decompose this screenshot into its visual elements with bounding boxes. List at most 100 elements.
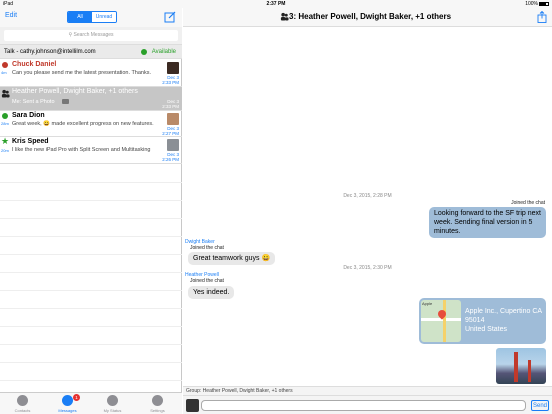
conversation-age: 28m	[1, 121, 9, 126]
conversation-row[interactable]: Heather Powell, Dwight Baker, +1 others …	[0, 87, 182, 111]
filter-segmented-control: All Unread	[67, 11, 117, 23]
edit-button[interactable]: Edit	[5, 12, 17, 19]
photo-icon	[62, 99, 69, 104]
conversation-time: 2:26 PM	[162, 157, 179, 162]
group-icon	[280, 12, 289, 21]
conversation-time: 2:27 PM	[162, 131, 179, 136]
conversation-list-pane: Edit All Unread ⚲ Search Messages Talk -…	[0, 8, 182, 414]
group-label-bar: Group: Heather Powell, Dwight Baker, +1 …	[183, 386, 552, 395]
bridge-tower	[514, 352, 518, 382]
availability-label: Available	[151, 49, 176, 55]
star-icon: ★	[1, 136, 10, 146]
contacts-icon	[17, 395, 28, 406]
timestamp: Dec 3, 2015, 2:28 PM	[343, 193, 392, 199]
status-bar: iPad 2:37 PM 100%	[0, 0, 552, 8]
map-road	[443, 300, 446, 342]
camera-icon[interactable]	[186, 399, 199, 412]
list-divider	[0, 362, 182, 363]
message-bubble-incoming: Yes indeed.	[188, 286, 235, 299]
available-status-icon	[141, 49, 147, 55]
conversation-age: 4m	[1, 70, 7, 75]
list-divider	[0, 272, 182, 273]
tab-messages[interactable]: 1 Messages	[45, 394, 90, 413]
conversation-row[interactable]: ★ 20m Kris Speed I like the new iPad Pro…	[0, 137, 182, 164]
joined-note: Joined the chat	[190, 278, 224, 284]
chat-pane: 3: Heather Powell, Dwight Baker, +1 othe…	[183, 8, 552, 414]
conversation-row[interactable]: 28m Sara Dion Great week, 😀 made excelle…	[0, 111, 182, 137]
list-divider	[0, 182, 182, 183]
compose-icon[interactable]	[164, 11, 176, 23]
group-label: Group: Heather Powell, Dwight Baker, +1 …	[186, 388, 293, 394]
message-input-bar: Send	[183, 395, 552, 414]
list-divider	[0, 326, 182, 327]
joined-note: Joined the chat	[511, 200, 545, 206]
search-input[interactable]: ⚲ Search Messages	[4, 30, 178, 41]
address-line: United States	[465, 326, 508, 333]
group-icon	[1, 89, 10, 98]
map-thumbnail: Apple	[421, 300, 461, 342]
conversation-preview: Me: Sent a Photo	[12, 99, 55, 105]
conversation-name: Chuck Daniel	[12, 61, 57, 68]
unread-badge: 1	[73, 394, 80, 401]
list-divider	[0, 254, 182, 255]
tab-label: Settings	[150, 408, 165, 413]
conversation-age: 20m	[1, 148, 9, 153]
chat-navbar: 3: Heather Powell, Dwight Baker, +1 othe…	[183, 8, 552, 27]
address-line: Apple Inc., Cupertino CA	[465, 308, 543, 315]
address-line: 95014	[465, 317, 485, 324]
search-placeholder: Search Messages	[73, 32, 114, 38]
messages-icon	[62, 395, 73, 406]
chat-title: 3: Heather Powell, Dwight Baker, +1 othe…	[289, 12, 452, 21]
contact-avatar	[167, 113, 179, 125]
message-bubble-incoming: Great teamwork guys 😀	[188, 252, 276, 265]
conversation-name: Heather Powell, Dwight Baker, +1 others	[12, 88, 138, 95]
list-divider	[0, 236, 182, 237]
list-divider	[0, 290, 182, 291]
conversation-preview: Can you please send me the latest presen…	[12, 70, 152, 76]
send-button[interactable]: Send	[531, 400, 549, 411]
battery-icon	[539, 2, 549, 6]
filter-unread-tab[interactable]: Unread	[92, 12, 116, 22]
tab-contacts[interactable]: Contacts	[0, 395, 45, 413]
conversation-time: 2:33 PM	[162, 80, 179, 85]
joined-note: Joined the chat	[190, 245, 224, 251]
search-bar: ⚲ Search Messages	[0, 27, 182, 45]
list-divider	[0, 380, 182, 381]
tab-my-status[interactable]: My Status	[90, 395, 135, 413]
location-address: Apple Inc., Cupertino CA 95014 United St…	[465, 307, 542, 334]
message-input[interactable]	[201, 400, 526, 411]
battery-label: 100%	[525, 1, 538, 7]
tab-label: Contacts	[14, 408, 31, 413]
conversation-preview: Great week, 😀 made excellent progress on…	[12, 121, 154, 127]
conversation-row[interactable]: 4m Chuck Daniel Can you please send me t…	[0, 60, 182, 87]
list-divider	[0, 344, 182, 345]
available-status-icon	[2, 113, 8, 119]
tab-settings[interactable]: Settings	[135, 395, 180, 413]
account-label: Talk - cathy.johnson@intellilm.com	[4, 49, 96, 55]
busy-status-icon	[2, 62, 8, 68]
list-divider	[0, 218, 182, 219]
conversation-name: Kris Speed	[12, 138, 49, 145]
gear-icon	[152, 395, 163, 406]
tab-label: Messages	[58, 408, 77, 413]
conversation-name: Sara Dion	[12, 112, 45, 119]
map-caption: Apple	[422, 301, 433, 306]
filter-all-tab[interactable]: All	[68, 12, 92, 22]
tab-label: My Status	[103, 408, 122, 413]
clock: 2:37 PM	[266, 1, 286, 7]
conversation-preview: I like the new iPad Pro with Split Scree…	[12, 147, 151, 153]
account-status-row[interactable]: Talk - cathy.johnson@intellilm.com Avail…	[0, 45, 182, 59]
share-icon[interactable]	[537, 11, 547, 23]
location-message[interactable]: Apple Apple Inc., Cupertino CA 95014 Uni…	[419, 298, 546, 344]
list-divider	[0, 200, 182, 201]
timestamp: Dec 3, 2015, 2:30 PM	[343, 265, 392, 271]
tab-bar: Contacts 1 Messages My Status Settings	[0, 392, 182, 414]
photo-message[interactable]	[496, 348, 546, 384]
contact-avatar	[167, 62, 179, 74]
contact-avatar	[167, 139, 179, 151]
conversation-time: 2:33 PM	[162, 104, 179, 109]
checkmark-icon	[107, 395, 118, 406]
message-bubble-outgoing: Looking forward to the SF trip next week…	[429, 207, 546, 238]
bridge-tower	[528, 360, 531, 382]
list-navbar: Edit All Unread	[0, 8, 182, 27]
